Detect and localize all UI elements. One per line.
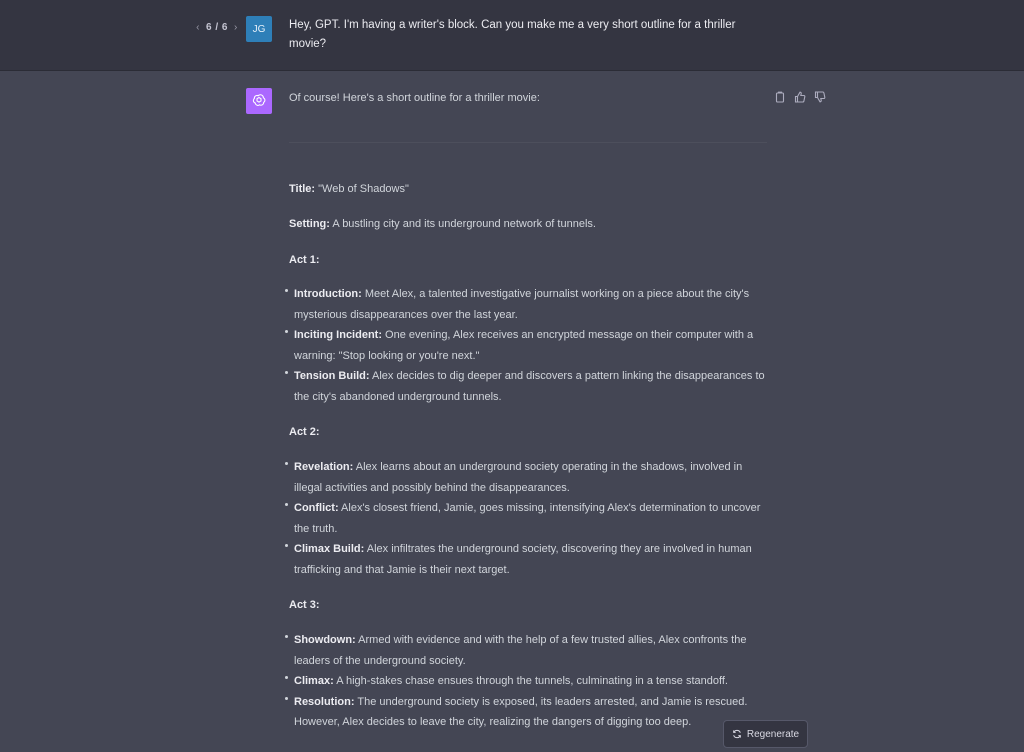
list-item-text: Alex learns about an underground society… — [294, 461, 743, 494]
title-line: Title: "Web of Shadows" — [289, 180, 769, 198]
list-item-label: Climax Build: — [294, 543, 365, 555]
version-count: 6 / 6 — [206, 22, 228, 33]
act-1-heading: Act 1: — [289, 251, 769, 269]
list-item-label: Introduction: — [294, 288, 362, 300]
user-avatar: JG — [246, 16, 272, 42]
list-item: Conflict: Alex's closest friend, Jamie, … — [285, 498, 769, 539]
list-item: Tension Build: Alex decides to dig deepe… — [285, 366, 769, 407]
assistant-message: Of course! Here's a short outline for a … — [289, 89, 769, 107]
act-2-heading: Act 2: — [289, 423, 769, 441]
list-item-label: Showdown: — [294, 634, 356, 646]
thumbs-up-icon[interactable] — [794, 90, 806, 103]
act-3-heading: Act 3: — [289, 596, 769, 614]
list-item-text: The underground society is exposed, its … — [294, 695, 748, 729]
list-item-text: Armed with evidence and with the help of… — [294, 634, 747, 667]
list-item-text: Meet Alex, a talented investigative jour… — [294, 288, 750, 321]
previous-version-button[interactable]: ‹ — [193, 22, 203, 33]
openai-logo-icon — [252, 94, 266, 106]
list-item: Showdown: Armed with evidence and with t… — [285, 630, 769, 671]
act-2-heading-text: Act 2: — [289, 426, 320, 438]
refresh-icon — [732, 729, 742, 739]
setting-line: Setting: A bustling city and its undergr… — [289, 215, 769, 233]
assistant-avatar — [246, 88, 272, 114]
divider — [289, 142, 767, 143]
act-2-list: Revelation: Alex learns about an undergr… — [285, 457, 769, 580]
thumbs-down-icon[interactable] — [814, 90, 826, 103]
message-pager: ‹ 6 / 6 › — [193, 22, 241, 33]
message-actions — [774, 90, 826, 103]
copy-icon[interactable] — [774, 90, 786, 103]
user-message-row: ‹ 6 / 6 › JG Hey, GPT. I'm having a writ… — [0, 0, 1024, 71]
list-item-label: Revelation: — [294, 461, 354, 473]
act-3-list: Showdown: Armed with evidence and with t… — [285, 630, 769, 733]
list-item-label: Conflict: — [294, 502, 339, 514]
list-item: Introduction: Meet Alex, a talented inve… — [285, 284, 769, 325]
act-3-heading-text: Act 3: — [289, 599, 320, 611]
list-item-label: Climax: — [294, 675, 334, 687]
assistant-intro: Of course! Here's a short outline for a … — [289, 92, 540, 104]
list-item: Revelation: Alex learns about an undergr… — [285, 457, 769, 498]
list-item: Climax Build: Alex infiltrates the under… — [285, 539, 769, 580]
list-item-label: Resolution: — [294, 695, 355, 708]
list-item-label: Tension Build: — [294, 370, 370, 382]
list-item: Inciting Incident: One evening, Alex rec… — [285, 325, 769, 366]
next-version-button[interactable]: › — [231, 22, 241, 33]
regenerate-button[interactable]: Regenerate — [723, 720, 808, 748]
setting-value: A bustling city and its underground netw… — [329, 218, 596, 230]
list-item: Resolution: The underground society is e… — [285, 692, 769, 733]
act-1-heading-text: Act 1: — [289, 254, 320, 266]
title-value: "Web of Shadows" — [315, 183, 409, 195]
list-item-text: A high-stakes chase ensues through the t… — [333, 675, 728, 687]
list-item-text: Alex's closest friend, Jamie, goes missi… — [294, 502, 761, 535]
title-label: Title: — [289, 183, 316, 195]
setting-label: Setting: — [289, 218, 330, 230]
user-message-text: Hey, GPT. I'm having a writer's block. C… — [289, 19, 736, 50]
list-item-label: Inciting Incident: — [294, 329, 382, 341]
act-1-list: Introduction: Meet Alex, a talented inve… — [285, 284, 769, 407]
regenerate-label: Regenerate — [746, 728, 800, 740]
list-item: Climax: A high-stakes chase ensues throu… — [285, 671, 769, 692]
